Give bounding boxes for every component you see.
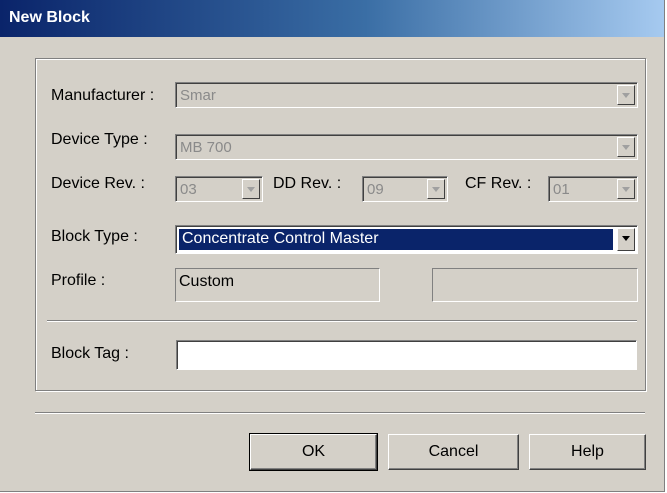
manufacturer-value: Smar (180, 87, 216, 104)
chevron-down-icon (242, 179, 260, 199)
block-type-value: Concentrate Control Master (182, 230, 379, 247)
profile-value: Custom (179, 273, 235, 290)
group-separator (47, 320, 637, 322)
block-type-label: Block Type : (51, 228, 138, 245)
device-type-label: Device Type : (51, 131, 148, 148)
device-rev-combo: 03 (175, 176, 263, 202)
chevron-down-icon (617, 179, 635, 199)
profile-field: Custom (175, 268, 380, 302)
profile-label: Profile : (51, 272, 106, 289)
dd-rev-value: 09 (367, 181, 384, 198)
manufacturer-label: Manufacturer : (51, 87, 155, 104)
device-type-combo: MB 700 (175, 134, 638, 160)
cancel-button[interactable]: Cancel (388, 434, 519, 470)
chevron-down-icon (427, 179, 445, 199)
device-rev-value: 03 (180, 181, 197, 198)
manufacturer-combo: Smar (175, 82, 638, 108)
title-bar[interactable]: New Block (0, 0, 664, 37)
help-button[interactable]: Help (529, 434, 646, 470)
block-tag-label: Block Tag : (51, 345, 129, 362)
cf-rev-label: CF Rev. : (465, 175, 532, 192)
device-type-value: MB 700 (180, 139, 232, 156)
dialog-separator (35, 412, 645, 414)
window-title: New Block (9, 9, 90, 26)
chevron-down-icon[interactable] (617, 228, 635, 251)
dd-rev-label: DD Rev. : (273, 175, 342, 192)
block-tag-input[interactable] (176, 340, 637, 370)
block-type-combo[interactable]: Concentrate Control Master (175, 225, 638, 254)
device-rev-label: Device Rev. : (51, 175, 145, 192)
new-block-dialog: New Block Manufacturer : Smar Device Typ… (0, 0, 665, 492)
dd-rev-combo: 09 (362, 176, 448, 202)
profile-secondary-field (432, 268, 638, 302)
chevron-down-icon (617, 85, 635, 105)
chevron-down-icon (617, 137, 635, 157)
ok-button[interactable]: OK (249, 433, 378, 471)
cf-rev-combo: 01 (548, 176, 638, 202)
cf-rev-value: 01 (553, 181, 570, 198)
